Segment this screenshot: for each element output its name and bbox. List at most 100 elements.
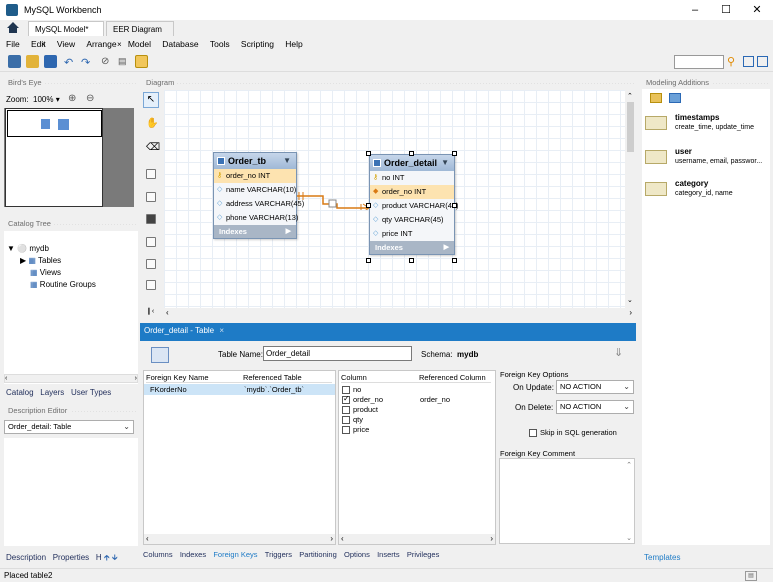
resize-handle[interactable] — [452, 258, 457, 263]
expand-icon[interactable]: ▶ — [286, 225, 291, 238]
tab-mysql-model[interactable]: MySQL Model* × — [28, 21, 104, 49]
arrow-up-icon[interactable]: 🡱 — [104, 553, 110, 562]
scroll-down-icon[interactable]: ⌄ — [627, 296, 633, 304]
maximize-button[interactable]: ☐ — [712, 2, 740, 18]
eraser-tool-icon[interactable]: ⌫ — [146, 142, 160, 153]
resize-handle[interactable] — [366, 203, 371, 208]
add-template-icon[interactable] — [650, 93, 662, 103]
scroll-left-icon[interactable]: ‹ — [166, 308, 169, 317]
tab-partitioning[interactable]: Partitioning — [299, 549, 337, 561]
expand-icon[interactable]: ▶ — [444, 241, 449, 254]
mapping-row[interactable]: ✓ order_no order_no — [342, 394, 450, 405]
relationship-line[interactable] — [297, 190, 372, 210]
entity-column[interactable]: ◇ price INT — [370, 227, 454, 241]
entity-column[interactable]: ◆ order_no INT — [370, 185, 454, 199]
align-icon[interactable]: ▤ — [118, 56, 127, 67]
tab-triggers[interactable]: Triggers — [265, 549, 292, 561]
entity-column[interactable]: ⚷ order_no INT — [214, 169, 296, 183]
collapse-icon[interactable]: ▼ — [283, 153, 291, 169]
on-update-select[interactable]: NO ACTION ⌄ — [556, 380, 634, 394]
tab-privileges[interactable]: Privileges — [407, 549, 440, 561]
toggle-secondary-sidebar-icon[interactable] — [757, 56, 768, 67]
menu-tools[interactable]: Tools — [210, 37, 230, 51]
tab-layers[interactable]: Layers — [40, 388, 64, 397]
on-delete-select[interactable]: NO ACTION ⌄ — [556, 400, 634, 414]
menu-model[interactable]: Model — [128, 37, 151, 51]
collapse-icon[interactable]: ▼ — [441, 155, 449, 171]
tab-history[interactable]: H — [96, 553, 102, 562]
tree-item-routine-groups[interactable]: ▦ Routine Groups — [30, 279, 96, 290]
menu-database[interactable]: Database — [162, 37, 198, 51]
column-checkbox[interactable] — [342, 406, 350, 415]
tab-columns[interactable]: Columns — [143, 549, 173, 561]
search-input[interactable] — [674, 55, 724, 69]
table-tool-icon[interactable] — [146, 237, 156, 247]
diagram-canvas[interactable]: Order_tb ▼ ⚷ order_no INT ◇ name VARCHAR(10… — [164, 90, 625, 308]
resize-handle[interactable] — [452, 151, 457, 156]
foreign-key-list[interactable]: Foreign Key Name Referenced Table FKorde… — [143, 370, 336, 545]
skip-sql-checkbox[interactable] — [529, 429, 537, 438]
relationship-tool-icon[interactable]: ❙‹ — [146, 307, 154, 315]
close-button[interactable]: ✕ — [743, 2, 771, 18]
collapse-editor-icon[interactable]: ⇓ — [614, 346, 623, 359]
arrow-down-icon[interactable]: 🡳 — [112, 553, 118, 562]
column-checkbox[interactable]: ✓ — [342, 394, 350, 405]
view-tool-icon[interactable] — [146, 259, 156, 269]
tab-description[interactable]: Description — [6, 553, 46, 562]
scroll-down-icon[interactable]: ⌄ — [626, 534, 632, 542]
template-folder-icon[interactable] — [669, 93, 681, 103]
tab-user-types[interactable]: User Types — [71, 388, 111, 397]
mapping-row[interactable]: qty — [342, 415, 383, 425]
zoom-out-icon[interactable]: ⊖ — [86, 93, 94, 104]
image-tool-icon[interactable] — [146, 214, 156, 224]
scroll-right-icon[interactable]: › — [629, 308, 632, 317]
fk-column-mapping[interactable]: Column Referenced Column no ✓ order_no ord… — [338, 370, 496, 545]
menu-view[interactable]: View — [57, 37, 75, 51]
output-toggle-icon[interactable]: ▤ — [745, 571, 757, 581]
catalog-horizontal-scrollbar[interactable]: ‹ › — [4, 374, 138, 383]
scroll-up-icon[interactable]: ⌃ — [626, 461, 632, 469]
menu-scripting[interactable]: Scripting — [241, 37, 274, 51]
description-text-area[interactable] — [4, 438, 138, 546]
resize-handle[interactable] — [366, 151, 371, 156]
entity-order-tb[interactable]: Order_tb ▼ ⚷ order_no INT ◇ name VARCHAR(10… — [213, 152, 304, 239]
tree-item-mydb[interactable]: ▼ ⚪ mydb — [7, 243, 49, 254]
pointer-tool-icon[interactable]: ↖ — [143, 92, 159, 108]
new-diagram-icon[interactable] — [135, 55, 148, 68]
scroll-up-icon[interactable]: ⌃ — [627, 92, 633, 100]
search-icon[interactable]: ⚲ — [727, 55, 741, 68]
table-name-input[interactable]: Order_detail — [263, 346, 412, 361]
tree-item-tables[interactable]: ▶ ▦ Tables — [20, 255, 61, 266]
diagram-vertical-scrollbar[interactable]: ⌃ ⌄ — [625, 90, 636, 308]
open-model-icon[interactable] — [26, 55, 39, 68]
mapping-row[interactable]: price — [342, 425, 383, 435]
resize-handle[interactable] — [366, 258, 371, 263]
tab-options[interactable]: Options — [344, 549, 370, 561]
resize-handle[interactable] — [452, 203, 457, 208]
entity-indexes[interactable]: Indexes ▶ — [214, 225, 296, 238]
menu-file[interactable]: File — [6, 37, 20, 51]
diagram-horizontal-scrollbar[interactable]: ‹ › — [164, 308, 636, 320]
menu-arrange[interactable]: Arrange — [86, 37, 116, 51]
entity-header[interactable]: Order_detail ▼ — [370, 155, 454, 171]
tab-close-icon[interactable]: × — [219, 326, 224, 335]
resize-handle[interactable] — [409, 151, 414, 156]
entity-indexes[interactable]: Indexes ▶ — [370, 241, 454, 254]
mapping-row[interactable]: product — [342, 405, 383, 415]
fk-comment-textarea[interactable]: ⌃ ⌄ — [499, 458, 635, 544]
column-checkbox[interactable] — [342, 386, 350, 395]
entity-column[interactable]: ◇ product VARCHAR(45) — [370, 199, 459, 213]
column-checkbox[interactable] — [342, 426, 350, 435]
entity-column[interactable]: ◇ qty VARCHAR(45) — [370, 213, 454, 227]
birds-eye-viewport[interactable] — [5, 108, 103, 207]
menu-help[interactable]: Help — [285, 37, 302, 51]
tab-eer-diagram[interactable]: EER Diagram × — [106, 21, 174, 49]
entity-column[interactable]: ◇ address VARCHAR(45) — [214, 197, 304, 211]
birds-eye-view[interactable] — [4, 108, 134, 207]
text-tool-icon[interactable] — [146, 192, 156, 202]
zoom-select[interactable]: 100% ▾ — [33, 95, 60, 104]
toggle-grid-icon[interactable]: ⊘ — [101, 56, 109, 67]
undo-icon[interactable]: ↶ — [64, 56, 73, 69]
new-model-icon[interactable] — [8, 55, 21, 68]
tab-order-detail-table[interactable]: Order_detail - Table × — [140, 323, 228, 339]
